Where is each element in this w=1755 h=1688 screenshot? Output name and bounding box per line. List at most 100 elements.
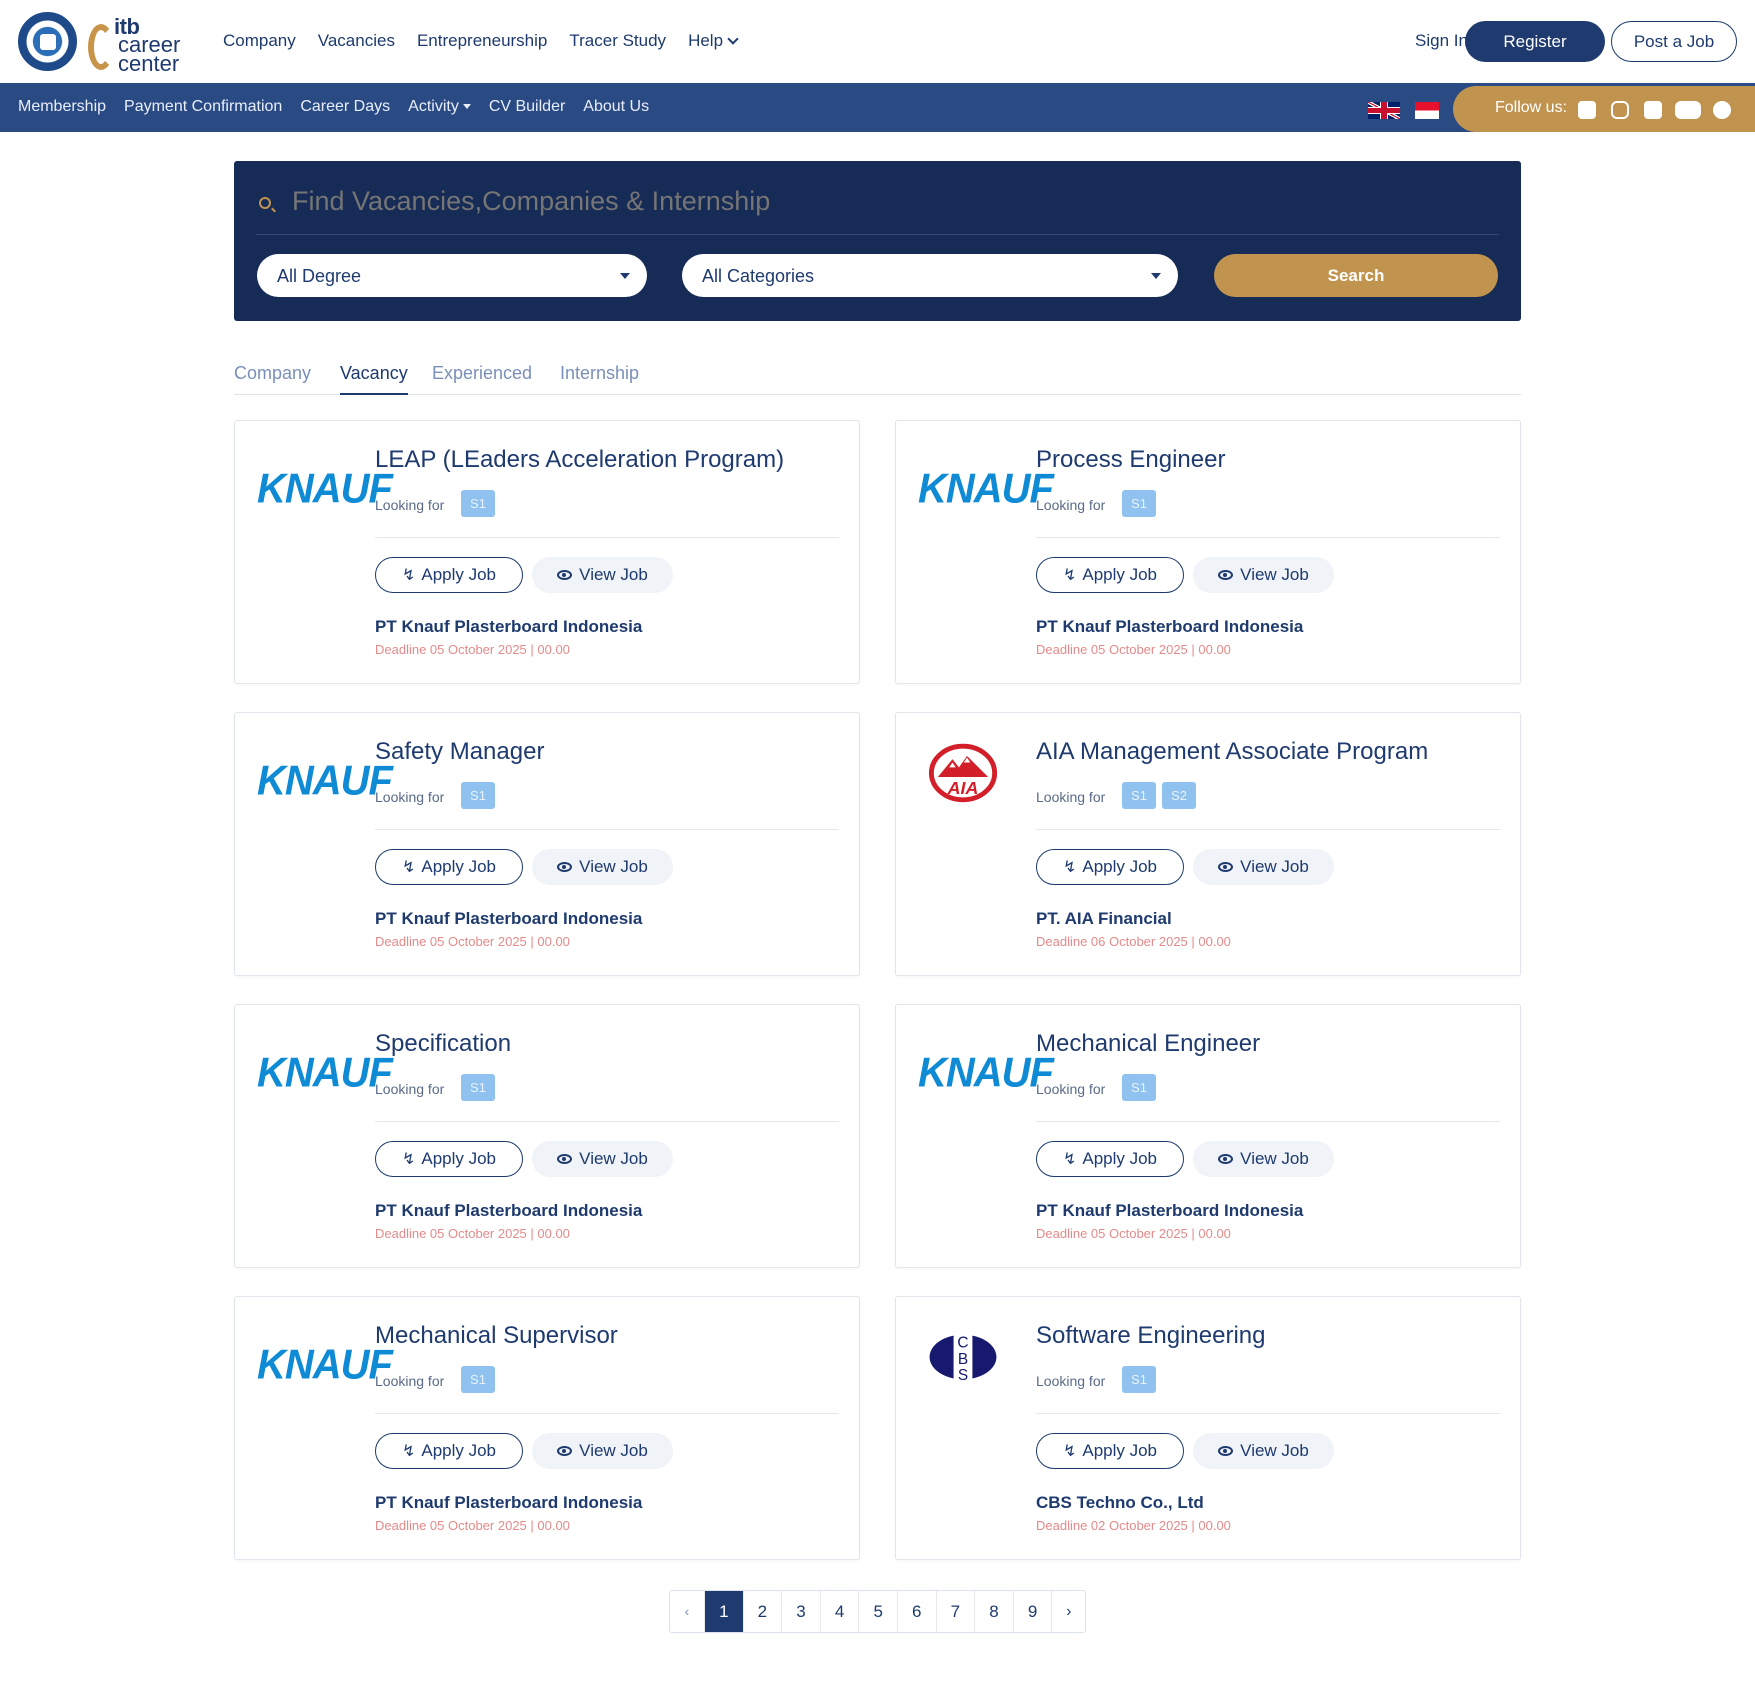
english-flag-icon[interactable]: [1368, 102, 1400, 119]
apply-job-button[interactable]: ↯ Apply Job: [375, 557, 523, 593]
company-name[interactable]: PT Knauf Plasterboard Indonesia: [1036, 617, 1303, 637]
apply-job-button[interactable]: ↯ Apply Job: [375, 849, 523, 885]
company-name[interactable]: PT Knauf Plasterboard Indonesia: [1036, 1201, 1303, 1221]
sign-in-link[interactable]: Sign In: [1415, 31, 1468, 51]
view-job-label: View Job: [1240, 1441, 1309, 1460]
page-button[interactable]: 6: [896, 1591, 936, 1632]
facebook-icon[interactable]: [1578, 101, 1596, 119]
subnav-about-us[interactable]: About Us: [583, 98, 649, 116]
job-card[interactable]: KNAUF Process Engineer Looking for S1 ↯ Apply…: [895, 420, 1521, 684]
job-title[interactable]: Specification: [375, 1030, 511, 1058]
apply-job-button[interactable]: ↯ Apply Job: [375, 1433, 523, 1469]
subnav-membership[interactable]: Membership: [18, 98, 106, 116]
career-center-logo[interactable]: itb career center: [88, 10, 188, 75]
company-name[interactable]: PT Knauf Plasterboard Indonesia: [375, 909, 642, 929]
nav-company[interactable]: Company: [223, 31, 296, 51]
view-job-button[interactable]: View Job: [532, 849, 673, 885]
job-title[interactable]: Software Engineering: [1036, 1322, 1265, 1350]
job-card[interactable]: KNAUF LEAP (LEaders Acceleration Program)…: [234, 420, 860, 684]
page-button[interactable]: 1: [704, 1591, 743, 1632]
view-job-button[interactable]: View Job: [1193, 849, 1334, 885]
view-job-button[interactable]: View Job: [1193, 1433, 1334, 1469]
apply-job-label: Apply Job: [421, 1441, 497, 1460]
job-title[interactable]: Safety Manager: [375, 738, 544, 766]
apply-job-button[interactable]: ↯ Apply Job: [1036, 849, 1184, 885]
next-page-button[interactable]: ›: [1051, 1591, 1085, 1632]
apply-job-button[interactable]: ↯ Apply Job: [375, 1141, 523, 1177]
view-job-button[interactable]: View Job: [1193, 557, 1334, 593]
page-button[interactable]: 8: [974, 1591, 1013, 1632]
search-underline: [256, 234, 1499, 235]
job-card[interactable]: AIA AIA Management Associate Program Looki…: [895, 712, 1521, 976]
job-card[interactable]: KNAUF Mechanical Supervisor Looking for S1 ↯…: [234, 1296, 860, 1560]
company-name[interactable]: PT. AIA Financial: [1036, 909, 1172, 929]
page-button[interactable]: 5: [858, 1591, 897, 1632]
bolt-icon: ↯: [401, 1443, 416, 1460]
indonesia-flag-icon[interactable]: [1415, 102, 1439, 119]
post-job-button[interactable]: Post a Job: [1611, 21, 1737, 62]
job-title[interactable]: AIA Management Associate Program: [1036, 738, 1428, 766]
apply-job-label: Apply Job: [1082, 857, 1158, 876]
apply-job-label: Apply Job: [1082, 1441, 1158, 1460]
view-job-label: View Job: [579, 857, 648, 876]
job-card[interactable]: KNAUF Safety Manager Looking for S1 ↯ Apply J…: [234, 712, 860, 976]
nav-entrepreneurship[interactable]: Entrepreneurship: [417, 31, 547, 51]
register-button[interactable]: Register: [1465, 21, 1605, 62]
search-input[interactable]: [292, 186, 1392, 217]
view-job-button[interactable]: View Job: [532, 1141, 673, 1177]
chevron-down-icon: [727, 33, 739, 45]
tab-internship[interactable]: Internship: [560, 363, 639, 395]
tab-company[interactable]: Company: [234, 363, 311, 395]
line-icon[interactable]: [1713, 101, 1731, 119]
company-name[interactable]: PT Knauf Plasterboard Indonesia: [375, 1493, 642, 1513]
instagram-icon[interactable]: [1611, 101, 1629, 119]
apply-job-label: Apply Job: [421, 565, 497, 584]
company-name[interactable]: PT Knauf Plasterboard Indonesia: [375, 617, 642, 637]
subnav-career-days[interactable]: Career Days: [300, 98, 390, 116]
job-card[interactable]: C B S Software Engineering Looking for S1 ↯ App…: [895, 1296, 1521, 1560]
tab-experienced[interactable]: Experienced: [432, 363, 532, 395]
knauf-logo: KNAUF: [257, 757, 393, 805]
subnav-activity[interactable]: Activity: [408, 98, 471, 116]
tab-vacancy[interactable]: Vacancy: [340, 363, 408, 395]
prev-page-button[interactable]: ‹: [670, 1591, 704, 1632]
degree-badge: S1: [1122, 1074, 1156, 1101]
degree-badges: S1: [461, 1366, 495, 1393]
company-name[interactable]: CBS Techno Co., Ltd: [1036, 1493, 1204, 1513]
nav-help[interactable]: Help: [688, 31, 739, 51]
page-button[interactable]: 3: [781, 1591, 820, 1632]
company-name[interactable]: PT Knauf Plasterboard Indonesia: [375, 1201, 642, 1221]
view-job-button[interactable]: View Job: [532, 1433, 673, 1469]
subnav-cv-builder[interactable]: CV Builder: [489, 98, 565, 116]
card-divider: [375, 1413, 839, 1414]
job-title[interactable]: Process Engineer: [1036, 446, 1225, 474]
page-button[interactable]: 4: [819, 1591, 859, 1632]
view-job-button[interactable]: View Job: [532, 557, 673, 593]
youtube-icon[interactable]: [1675, 101, 1701, 119]
apply-job-button[interactable]: ↯ Apply Job: [1036, 1141, 1184, 1177]
apply-job-label: Apply Job: [421, 1149, 497, 1168]
job-title[interactable]: LEAP (LEaders Acceleration Program): [375, 446, 784, 474]
degree-select[interactable]: All Degree: [257, 254, 647, 297]
view-job-button[interactable]: View Job: [1193, 1141, 1334, 1177]
nav-vacancies[interactable]: Vacancies: [318, 31, 395, 51]
job-card[interactable]: KNAUF Mechanical Engineer Looking for S1 ↯ Ap…: [895, 1004, 1521, 1268]
nav-tracer-study[interactable]: Tracer Study: [569, 31, 666, 51]
category-select[interactable]: All Categories: [682, 254, 1178, 297]
job-title[interactable]: Mechanical Engineer: [1036, 1030, 1260, 1058]
itb-seal-logo[interactable]: [18, 12, 77, 71]
job-card[interactable]: KNAUF Specification Looking for S1 ↯ Apply Jo…: [234, 1004, 860, 1268]
career-center-logo-mark: [88, 24, 114, 70]
page-button[interactable]: 7: [935, 1591, 975, 1632]
page-button[interactable]: 9: [1012, 1591, 1052, 1632]
job-title[interactable]: Mechanical Supervisor: [375, 1322, 618, 1350]
apply-job-button[interactable]: ↯ Apply Job: [1036, 557, 1184, 593]
x-icon[interactable]: [1644, 101, 1662, 119]
knauf-logo: KNAUF: [918, 1049, 1054, 1097]
subnav-payment-confirmation[interactable]: Payment Confirmation: [124, 98, 282, 116]
search-button[interactable]: Search: [1214, 254, 1498, 297]
apply-job-button[interactable]: ↯ Apply Job: [1036, 1433, 1184, 1469]
degree-badges: S1 S2: [1122, 782, 1196, 809]
svg-text:B: B: [958, 1351, 968, 1368]
page-button[interactable]: 2: [742, 1591, 782, 1632]
